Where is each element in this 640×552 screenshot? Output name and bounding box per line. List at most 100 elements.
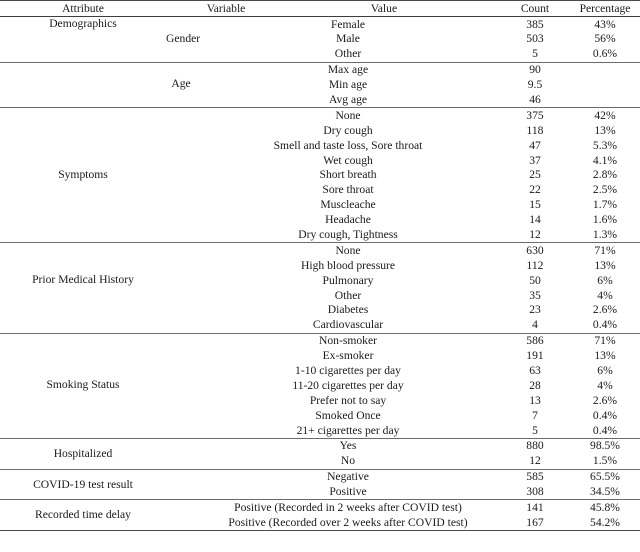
count-cell: 46: [529, 92, 541, 106]
variable-label: [166, 470, 196, 500]
table-row: Demographics Gender Female 385 43%: [0, 17, 640, 45]
percentage-cell: 45.8%: [590, 501, 620, 515]
percentage-cell: [570, 92, 640, 107]
value-cell: Dry cough: [323, 123, 373, 137]
attribute-label: Prior Medical History: [32, 273, 134, 287]
count-cell: 7: [532, 408, 538, 422]
count-cell: 4: [532, 318, 538, 332]
attribute-label: COVID-19 test result: [33, 477, 133, 491]
value-cell: None: [335, 108, 361, 122]
count-cell: 585: [526, 470, 544, 484]
percentage-cell: [570, 63, 640, 78]
value-cell: Avg age: [328, 92, 368, 106]
count-cell: 14: [529, 213, 541, 227]
percentage-cell: 0.6%: [592, 47, 618, 61]
percentage-cell: 1.3%: [592, 228, 618, 241]
column-header-variable-value-wrap: Variable Value: [166, 1, 500, 16]
count-cell: 586: [526, 334, 544, 348]
count-cell: 90: [529, 63, 541, 77]
percentage-cell: 43%: [594, 17, 616, 31]
value-cell: Male: [336, 32, 360, 46]
value-cell: Prefer not to say: [309, 393, 387, 407]
percentage-cell: 13%: [594, 349, 616, 363]
value-cell: 1-10 cigarettes per day: [295, 364, 401, 378]
count-cell: 308: [526, 485, 544, 499]
percentage-cell: 6%: [597, 364, 613, 378]
attribute-label: Symptoms: [58, 167, 108, 181]
value-cell: Headache: [325, 213, 371, 227]
column-header-attribute: Attribute: [62, 1, 104, 15]
value-cell: Smell and taste loss, Sore throat: [273, 138, 423, 152]
value-cell: Negative: [327, 470, 369, 484]
dataset-statistics-table: Attribute Variable Value Count Percentag…: [0, 0, 640, 532]
table-row: COVID-19 test result Negative 585 65.5%: [0, 470, 640, 490]
column-header-value: Value: [370, 1, 398, 15]
value-cell: High blood pressure: [300, 258, 396, 272]
table-header: Attribute Variable Value Count Percentag…: [0, 0, 640, 17]
variable-label: [166, 243, 196, 333]
table-row: Recorded time delay Positive (Recorded in…: [0, 500, 640, 521]
percentage-cell: 54.2%: [590, 515, 620, 529]
count-cell: 385: [526, 17, 544, 31]
value-cell: None: [335, 243, 361, 257]
column-header-count: Count: [520, 1, 550, 15]
percentage-cell: 13%: [594, 123, 616, 137]
count-cell: 118: [526, 123, 544, 137]
percentage-cell: 13%: [594, 258, 616, 272]
percentage-cell: 71%: [594, 334, 616, 348]
count-cell: 630: [526, 243, 544, 257]
count-cell: 47: [529, 138, 541, 152]
count-cell: 25: [529, 168, 541, 182]
percentage-cell: 98.5%: [590, 439, 620, 453]
count-cell: 141: [526, 501, 544, 515]
count-cell: 35: [529, 288, 541, 302]
table-row: Age Max age 90: [0, 63, 640, 91]
value-cell: Other: [334, 288, 362, 302]
percentage-cell: [570, 77, 640, 92]
value-cell: Smoked Once: [315, 408, 381, 422]
percentage-cell: 0.4%: [592, 318, 618, 332]
count-cell: 12: [529, 228, 541, 241]
value-cell: Sore throat: [322, 183, 374, 197]
percentage-cell: 4%: [597, 378, 613, 392]
variable-label: [166, 439, 196, 469]
count-cell: 167: [526, 515, 544, 529]
count-cell: 9.5: [527, 78, 543, 92]
value-cell: Min age: [328, 78, 368, 92]
count-cell: 191: [526, 349, 544, 363]
value-cell: Non-smoker: [319, 334, 377, 348]
percentage-cell: 65.5%: [590, 470, 620, 484]
percentage-cell: 0.4%: [592, 408, 618, 422]
attribute-label: Smoking Status: [46, 378, 120, 392]
attribute-label: Recorded time delay: [35, 508, 131, 522]
statistics-table-container: Attribute Variable Value Count Percentag…: [0, 0, 640, 552]
value-cell: Yes: [339, 439, 357, 453]
table-row: Prior Medical History None 630 71%: [0, 243, 640, 286]
attribute-label: [0, 63, 166, 108]
value-cell: Dry cough, Tightness: [298, 228, 398, 241]
percentage-cell: 71%: [594, 243, 616, 257]
value-cell: Max age: [327, 63, 369, 77]
percentage-cell: 2.5%: [592, 183, 618, 197]
value-cell: No: [340, 454, 356, 468]
value-cell: Muscleache: [320, 198, 376, 212]
variable-label: Age: [171, 77, 191, 91]
percentage-cell: 2.6%: [592, 393, 618, 407]
value-cell: Positive (Recorded in 2 weeks after COVI…: [234, 501, 462, 515]
value-cell: Female: [330, 17, 366, 31]
percentage-cell: 4.1%: [592, 153, 618, 167]
column-header-variable: Variable: [206, 1, 246, 15]
value-cell: Positive: [329, 485, 367, 499]
percentage-cell: 56%: [594, 32, 616, 46]
count-cell: 880: [526, 439, 544, 453]
table-bottom-rule: [0, 530, 640, 532]
variable-label: [166, 334, 196, 439]
count-cell: 13: [529, 393, 541, 407]
percentage-cell: 1.7%: [592, 198, 618, 212]
count-cell: 50: [529, 273, 541, 287]
attribute-label: Demographics: [49, 16, 117, 30]
count-cell: 375: [526, 108, 544, 122]
percentage-cell: 6%: [597, 273, 613, 287]
table-row: Smoking Status Non-smoker 586 71%: [0, 334, 640, 391]
value-cell: Ex-smoker: [322, 349, 374, 363]
